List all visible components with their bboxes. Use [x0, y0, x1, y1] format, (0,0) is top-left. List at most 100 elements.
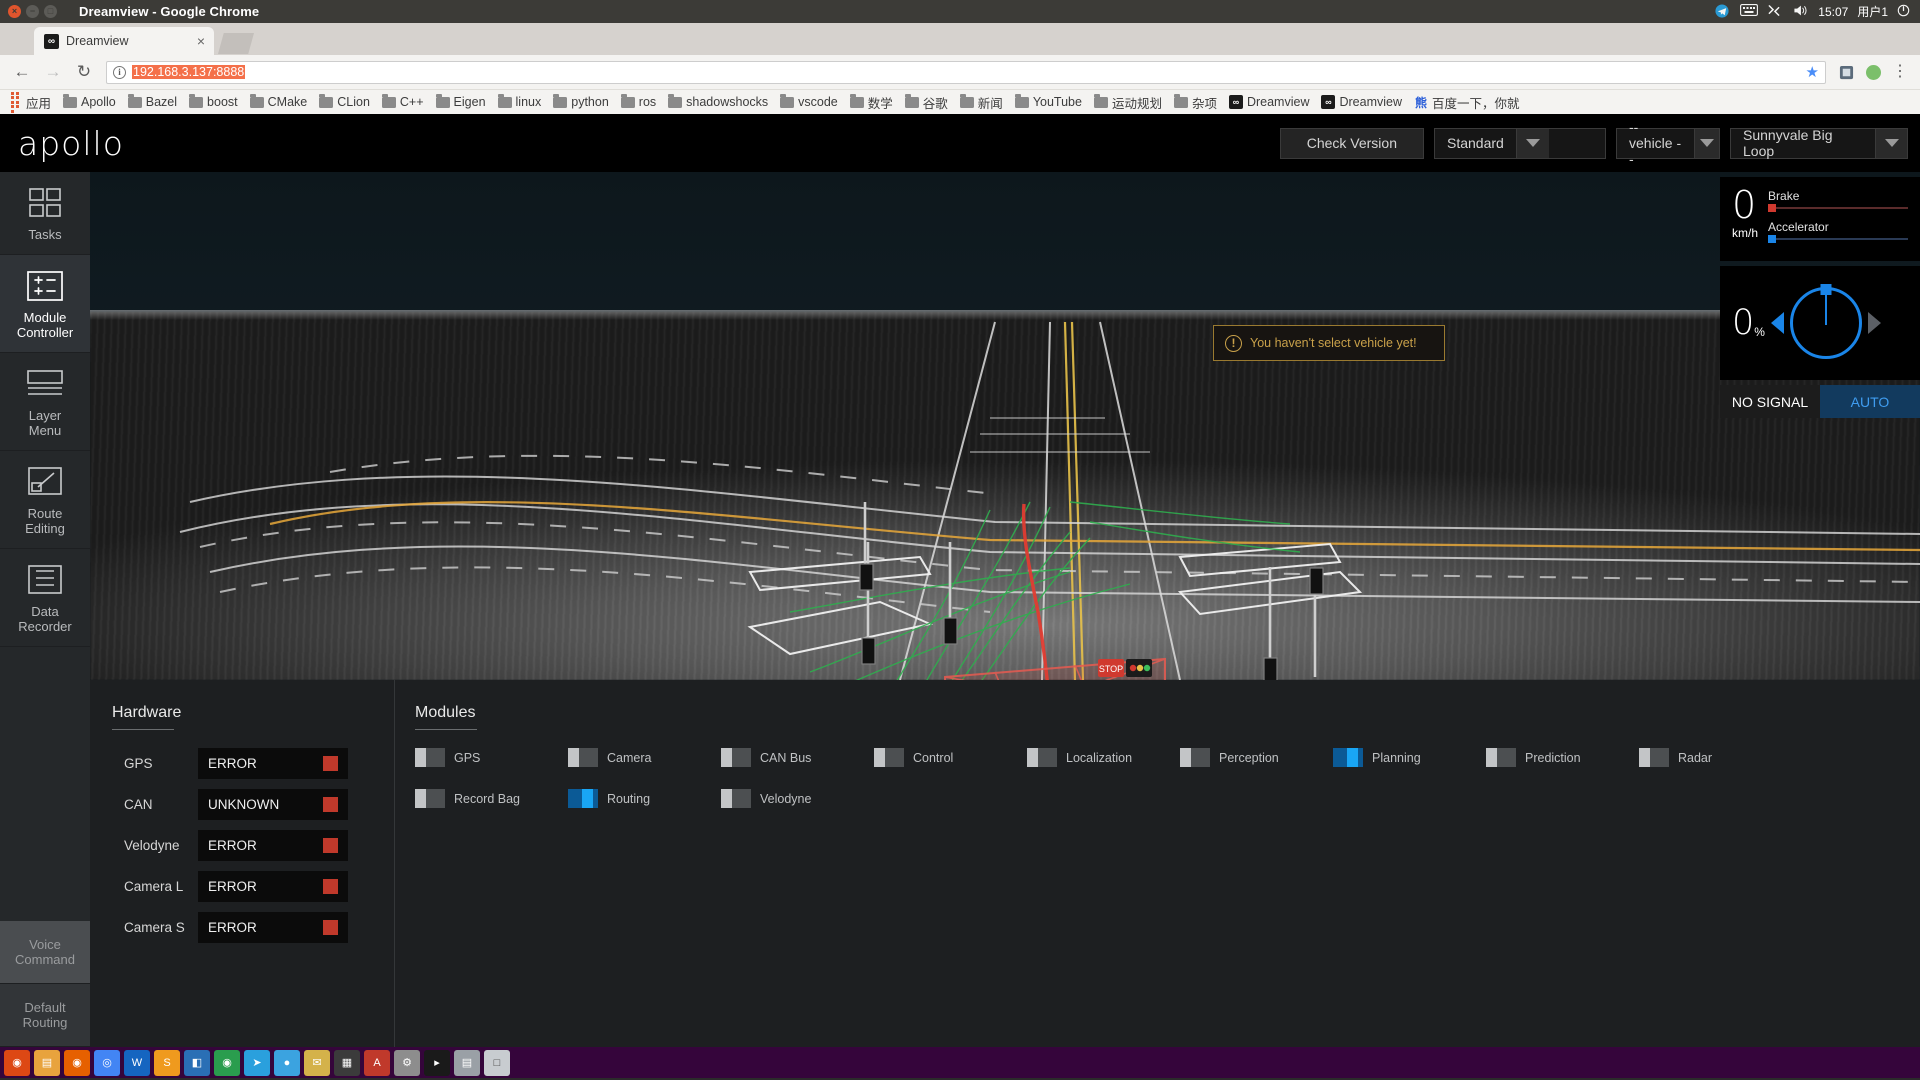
ubuntu-dash-icon[interactable]: ◉: [4, 1049, 30, 1076]
address-bar[interactable]: i 192.168.3.137:8888 ★: [106, 60, 1826, 84]
toggle-switch[interactable]: [1639, 748, 1669, 767]
settings-icon[interactable]: ⚙: [394, 1049, 420, 1076]
bookmark-item[interactable]: 杂项: [1169, 91, 1222, 114]
bookmark-item[interactable]: ∞ Dreamview: [1224, 93, 1315, 111]
keyboard-icon[interactable]: [1740, 4, 1759, 19]
module-toggle-velodyne[interactable]: Velodyne: [721, 789, 874, 808]
bookmark-item[interactable]: C++: [377, 93, 429, 111]
module-toggle-planning[interactable]: Planning: [1333, 748, 1486, 767]
toggle-switch[interactable]: [1027, 748, 1057, 767]
module-toggle-routing[interactable]: Routing: [568, 789, 721, 808]
toggle-switch[interactable]: [721, 789, 751, 808]
chevron-down-icon[interactable]: [1515, 128, 1549, 158]
module-toggle-perception[interactable]: Perception: [1180, 748, 1333, 767]
module-toggle-record-bag[interactable]: Record Bag: [415, 789, 568, 808]
bookmark-item[interactable]: Apollo: [58, 93, 121, 111]
toggle-switch[interactable]: [874, 748, 904, 767]
wps-icon[interactable]: W: [124, 1049, 150, 1076]
power-icon[interactable]: [1897, 4, 1914, 19]
bookmark-item[interactable]: CMake: [245, 93, 313, 111]
bookmark-item[interactable]: linux: [493, 93, 547, 111]
back-icon[interactable]: ←: [9, 59, 35, 85]
chevron-down-icon[interactable]: [1693, 128, 1719, 158]
mode-select[interactable]: Standard: [1434, 127, 1606, 159]
bookmark-item[interactable]: 熊百度一下，你就: [1409, 91, 1525, 114]
bookmark-item[interactable]: YouTube: [1010, 93, 1087, 111]
module-toggle-can-bus[interactable]: CAN Bus: [721, 748, 874, 767]
bookmark-item[interactable]: 应用: [6, 90, 56, 114]
tab-close-icon[interactable]: ×: [197, 34, 205, 48]
forward-icon[interactable]: →: [40, 59, 66, 85]
chevron-down-icon[interactable]: [1875, 128, 1907, 158]
toggle-switch[interactable]: [1180, 748, 1210, 767]
toggle-switch[interactable]: [1333, 748, 1363, 767]
telegram-icon[interactable]: ➤: [244, 1049, 270, 1076]
bookmark-star-icon[interactable]: ★: [1806, 63, 1819, 81]
sidebar-item-route-editing[interactable]: Route Editing: [0, 451, 90, 549]
sidebar-item-voice-command[interactable]: Voice Command: [0, 921, 90, 984]
3d-scene-viewport[interactable]: STOP ! You haven't select vehicle yet! 0…: [90, 172, 1920, 680]
files-icon[interactable]: ▤: [34, 1049, 60, 1076]
bookmark-item[interactable]: Bazel: [123, 93, 182, 111]
browser2-icon[interactable]: ◉: [214, 1049, 240, 1076]
module-toggle-camera[interactable]: Camera: [568, 748, 721, 767]
module-toggle-localization[interactable]: Localization: [1027, 748, 1180, 767]
window-minimize-button[interactable]: −: [26, 5, 39, 18]
sidebar-item-data-recorder[interactable]: Data Recorder: [0, 549, 90, 647]
browser-menu-icon[interactable]: ⋮: [1889, 61, 1911, 83]
vehicle-select[interactable]: -- vehicle --: [1616, 119, 1720, 167]
trash-icon[interactable]: □: [484, 1049, 510, 1076]
sidebar-item-module-controller[interactable]: Module Controller: [0, 255, 90, 353]
extension-icon[interactable]: [1835, 61, 1857, 83]
bookmark-item[interactable]: ∞ Dreamview: [1316, 93, 1407, 111]
module-toggle-radar[interactable]: Radar: [1639, 748, 1792, 767]
terminal-icon[interactable]: ▸: [424, 1049, 450, 1076]
sublime-icon[interactable]: S: [154, 1049, 180, 1076]
toggle-switch[interactable]: [1486, 748, 1516, 767]
toggle-switch[interactable]: [568, 748, 598, 767]
sidebar-item-tasks[interactable]: Tasks: [0, 172, 90, 255]
bookmark-item[interactable]: ros: [616, 93, 661, 111]
map-select[interactable]: Sunnyvale Big Loop: [1730, 127, 1908, 159]
qq-icon[interactable]: ●: [274, 1049, 300, 1076]
reload-icon[interactable]: ↻: [71, 59, 97, 85]
archive-icon[interactable]: ▤: [454, 1049, 480, 1076]
bookmark-item[interactable]: 谷歌: [900, 91, 953, 114]
toggle-switch[interactable]: [721, 748, 751, 767]
firefox-icon[interactable]: ◉: [64, 1049, 90, 1076]
tray-user[interactable]: 用户1: [1857, 3, 1888, 20]
browser-tab-dreamview[interactable]: ∞ Dreamview ×: [34, 27, 214, 55]
toggle-switch[interactable]: [415, 789, 445, 808]
network-icon[interactable]: [1766, 4, 1783, 19]
sidebar-item-layer-menu[interactable]: Layer Menu: [0, 353, 90, 451]
bookmark-item[interactable]: CLion: [314, 93, 375, 111]
pdf-icon[interactable]: A: [364, 1049, 390, 1076]
check-version-button[interactable]: Check Version: [1279, 127, 1424, 159]
window-maximize-button[interactable]: □: [44, 5, 57, 18]
window-close-button[interactable]: ×: [8, 5, 21, 18]
bookmark-item[interactable]: 运动规划: [1089, 91, 1167, 114]
tray-clock[interactable]: 15:07: [1818, 5, 1848, 19]
toggle-switch[interactable]: [568, 789, 598, 808]
chrome-icon[interactable]: ◎: [94, 1049, 120, 1076]
module-toggle-prediction[interactable]: Prediction: [1486, 748, 1639, 767]
site-info-icon[interactable]: i: [113, 65, 126, 79]
mail-icon[interactable]: ✉: [304, 1049, 330, 1076]
bookmark-item[interactable]: 数学: [845, 91, 898, 114]
telegram-icon[interactable]: [1714, 4, 1731, 19]
bookmark-item[interactable]: python: [548, 93, 614, 111]
new-tab-button[interactable]: [218, 33, 254, 54]
profile-avatar[interactable]: [1862, 61, 1884, 83]
toggle-switch[interactable]: [415, 748, 445, 767]
calculator-icon[interactable]: ▦: [334, 1049, 360, 1076]
sidebar-item-default-routing[interactable]: Default Routing: [0, 984, 90, 1047]
module-toggle-control[interactable]: Control: [874, 748, 1027, 767]
module-toggle-gps[interactable]: GPS: [415, 748, 568, 767]
volume-icon[interactable]: [1792, 4, 1809, 19]
bookmark-item[interactable]: boost: [184, 93, 243, 111]
bookmark-item[interactable]: 新闻: [955, 91, 1008, 114]
vscode-icon[interactable]: ◧: [184, 1049, 210, 1076]
bookmark-item[interactable]: Eigen: [431, 93, 491, 111]
bookmark-item[interactable]: shadowshocks: [663, 93, 773, 111]
bookmark-item[interactable]: vscode: [775, 93, 843, 111]
